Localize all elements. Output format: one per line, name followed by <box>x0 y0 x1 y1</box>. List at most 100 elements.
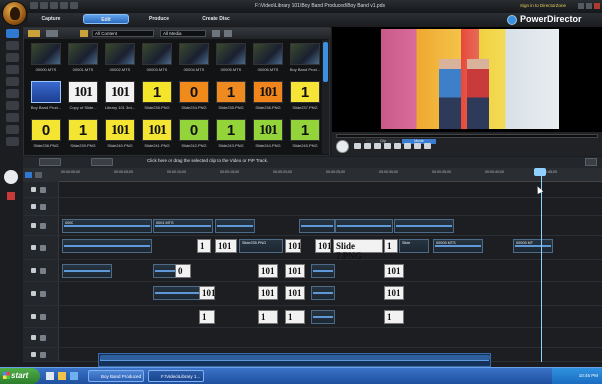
image-clip[interactable]: 1 <box>258 310 278 324</box>
library-thumb[interactable]: 101 <box>253 119 283 141</box>
video-clip[interactable] <box>62 239 152 253</box>
subtitle-room-icon[interactable] <box>6 137 19 146</box>
library-thumb[interactable] <box>253 43 283 65</box>
library-thumb[interactable]: 101 <box>105 119 135 141</box>
effect-room-icon[interactable] <box>6 41 19 50</box>
undo-icon[interactable] <box>60 2 68 9</box>
image-clip[interactable]: 101 <box>384 264 404 278</box>
track-row[interactable] <box>23 198 602 216</box>
pip-room-icon[interactable] <box>6 53 19 62</box>
track-row[interactable] <box>23 328 602 348</box>
image-clip[interactable]: 1 <box>199 310 215 324</box>
media-room-icon[interactable] <box>6 29 19 38</box>
image-clip[interactable]: 101 <box>384 286 404 300</box>
timeline-scrollbar[interactable] <box>100 355 490 360</box>
image-clip[interactable]: 101 <box>315 239 332 253</box>
track-settings-icon[interactable] <box>35 172 42 178</box>
tab-produce[interactable]: Produce <box>136 14 182 24</box>
quicklaunch-desktop-icon[interactable] <box>46 372 54 380</box>
quicklaunch-folder-icon[interactable] <box>58 372 66 380</box>
timeline-view-button[interactable] <box>91 158 113 166</box>
task-library-folder[interactable]: F:\Video\Library 1... <box>148 370 204 382</box>
track-row[interactable] <box>23 182 602 198</box>
tab-capture[interactable]: Capture <box>28 14 74 24</box>
redo-icon[interactable] <box>70 2 78 9</box>
timeline-tool-icon[interactable] <box>25 172 32 178</box>
video-clip[interactable] <box>215 219 255 233</box>
close-icon[interactable] <box>594 3 600 9</box>
video-clip[interactable]: Slide235.PNG <box>239 239 283 253</box>
snapshot-icon[interactable] <box>394 143 401 149</box>
image-clip[interactable]: 101 <box>258 264 278 278</box>
storyboard-view-button[interactable] <box>39 158 61 166</box>
image-clip[interactable]: 1 <box>285 310 305 324</box>
view-icon[interactable] <box>212 30 220 37</box>
voiceover-room-icon[interactable] <box>6 113 19 122</box>
quicklaunch-browser-icon[interactable] <box>70 372 78 380</box>
start-button[interactable]: start <box>0 368 40 384</box>
image-clip[interactable]: 101 <box>215 239 237 253</box>
video-clip[interactable] <box>299 219 335 233</box>
video-clip[interactable]: 0000 <box>62 219 152 233</box>
image-clip[interactable]: 101 <box>285 264 305 278</box>
library-thumb[interactable]: 1 <box>216 81 246 103</box>
plugin-icon[interactable] <box>46 30 58 37</box>
image-clip[interactable]: 101 <box>258 286 278 300</box>
image-clip[interactable]: 101 <box>199 286 216 300</box>
image-clip[interactable]: 1 <box>384 239 398 253</box>
library-thumb[interactable]: 1 <box>68 119 98 141</box>
library-thumb[interactable]: 1 <box>290 119 320 141</box>
image-clip[interactable]: 1 <box>384 310 404 324</box>
track-lock-icon[interactable] <box>31 186 36 192</box>
task-boy-band-produced[interactable]: Boy Band Produced <box>88 370 144 382</box>
video-clip[interactable] <box>311 286 335 300</box>
library-thumb[interactable]: 0 <box>31 119 61 141</box>
library-thumb[interactable] <box>68 43 98 65</box>
preview-scrubber[interactable] <box>336 134 598 138</box>
track-lock-icon[interactable] <box>31 222 36 228</box>
fit-timeline-icon[interactable] <box>585 158 597 166</box>
track-lock-icon[interactable] <box>31 244 36 250</box>
library-thumb[interactable] <box>179 43 209 65</box>
open-project-icon[interactable] <box>40 2 48 9</box>
video-clip[interactable]: 0001 MTS <box>153 219 213 233</box>
video-clip[interactable] <box>311 264 335 278</box>
library-thumb[interactable]: 1 <box>216 119 246 141</box>
next-frame-icon[interactable] <box>374 143 381 149</box>
split-icon[interactable] <box>7 192 15 200</box>
title-room-icon[interactable] <box>6 77 19 86</box>
time-ruler[interactable]: 00:00:00;00 00:00:05;00 00:00:10;00 00:00:1… <box>59 168 602 182</box>
import-icon[interactable] <box>28 30 40 37</box>
save-project-icon[interactable] <box>50 2 58 9</box>
media-filter-dropdown[interactable]: All Media <box>160 30 206 37</box>
library-thumb[interactable]: 1 <box>142 81 172 103</box>
track-lock-icon[interactable] <box>31 290 36 296</box>
library-thumb[interactable]: 0 <box>179 81 209 103</box>
signin-link[interactable]: Sign in to DirectorZone <box>520 3 566 8</box>
image-clip[interactable]: 101 <box>285 286 305 300</box>
library-scrollbar[interactable] <box>322 40 329 154</box>
particle-room-icon[interactable] <box>6 65 19 74</box>
fullscreen-icon[interactable] <box>414 143 421 149</box>
video-clip[interactable]: 00005 MTS <box>433 239 483 253</box>
new-project-icon[interactable] <box>30 2 38 9</box>
video-clip[interactable] <box>394 219 454 233</box>
stop-icon[interactable] <box>354 143 361 149</box>
maximize-icon[interactable] <box>586 3 592 9</box>
previous-frame-icon[interactable] <box>364 143 371 149</box>
tab-create-disc[interactable]: Create Disc <box>190 14 242 24</box>
fast-forward-icon[interactable] <box>384 143 391 149</box>
library-thumb[interactable] <box>290 43 320 65</box>
volume-icon[interactable] <box>404 143 411 149</box>
track-lock-icon[interactable] <box>31 334 36 340</box>
app-logo[interactable] <box>2 1 27 26</box>
playhead-handle[interactable] <box>534 168 546 176</box>
video-clip[interactable] <box>335 219 393 233</box>
video-clip[interactable] <box>311 310 335 324</box>
library-thumb[interactable]: 0 <box>179 119 209 141</box>
library-thumb[interactable]: 101 <box>142 119 172 141</box>
video-clip[interactable]: Slide <box>399 239 429 253</box>
image-clip[interactable]: 0 <box>175 264 191 278</box>
library-thumb[interactable]: 101 <box>68 81 98 103</box>
transition-room-icon[interactable] <box>6 89 19 98</box>
